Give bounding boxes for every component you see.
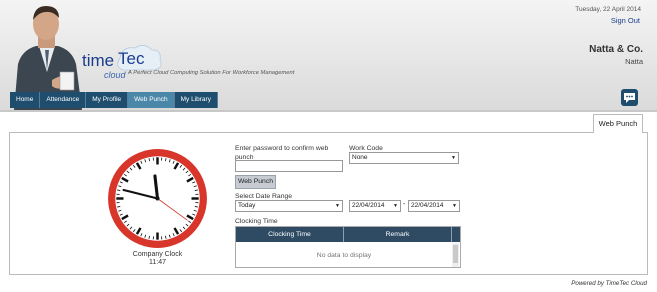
grid-header: Clocking Time Remark [236,227,460,242]
password-input[interactable] [235,160,343,172]
nav-my-profile[interactable]: My Profile [86,92,129,108]
clock-time: 11:47 [149,259,166,266]
nav-web-punch[interactable]: Web Punch [128,92,175,108]
grid-scroll-thumb[interactable] [453,245,458,263]
nav-home[interactable]: Home [10,92,41,108]
web-punch-button[interactable]: Web Punch [235,175,276,189]
to-date-value: 22/04/2014 [411,202,444,209]
user-name: Natta [625,57,643,66]
work-code-select[interactable]: None ▼ [349,152,459,164]
clock-label: Company Clock [132,251,183,258]
current-date: Tuesday, 22 April 2014 [575,6,641,13]
chevron-down-icon: ▼ [451,155,456,161]
clocking-grid: Clocking Time Remark No data to display [235,226,461,268]
company-clock [108,149,207,248]
date-range-select[interactable]: Today ▼ [235,200,343,212]
timetec-cloud-logo: time Tec cloud [82,45,162,80]
header-divider [0,110,657,112]
work-code-value: None [352,154,368,161]
chat-button[interactable] [621,89,638,106]
nav-attendance[interactable]: Attendance [40,92,87,108]
grid-empty-message: No data to display [316,252,372,259]
clock-pin [155,196,160,201]
chat-bubble-icon [624,93,635,103]
sign-out-link[interactable]: Sign Out [611,16,640,25]
work-code-label: Work Code [349,145,383,152]
main-nav: Home Attendance My Profile Web Punch My … [10,92,218,108]
date-range-label: Select Date Range [235,193,293,200]
company-name: Natta & Co. [589,44,643,55]
logo-time: time [82,51,114,70]
date-separator: - [403,201,406,208]
grid-scrollbar[interactable] [452,243,459,267]
clocking-time-label: Clocking Time [235,218,278,225]
column-clocking-time[interactable]: Clocking Time [236,227,344,242]
chevron-down-icon: ▼ [335,203,340,209]
column-remark[interactable]: Remark [344,227,452,242]
to-date-picker[interactable]: 22/04/2014 ▼ [408,200,460,212]
chevron-down-icon: ▼ [452,203,457,209]
powered-by: Powered by TimeTec Cloud [571,280,647,287]
logo-tec: Tec [118,49,145,68]
nav-my-library[interactable]: My Library [174,92,218,108]
from-date-picker[interactable]: 22/04/2014 ▼ [349,200,401,212]
logo-cloud: cloud [104,70,127,80]
logo-tagline: A Perfect Cloud Computing Solution For W… [128,70,295,76]
tab-web-punch[interactable]: Web Punch [593,114,643,133]
date-range-value: Today [238,202,256,209]
chevron-down-icon: ▼ [393,203,398,209]
from-date-value: 22/04/2014 [352,202,385,209]
